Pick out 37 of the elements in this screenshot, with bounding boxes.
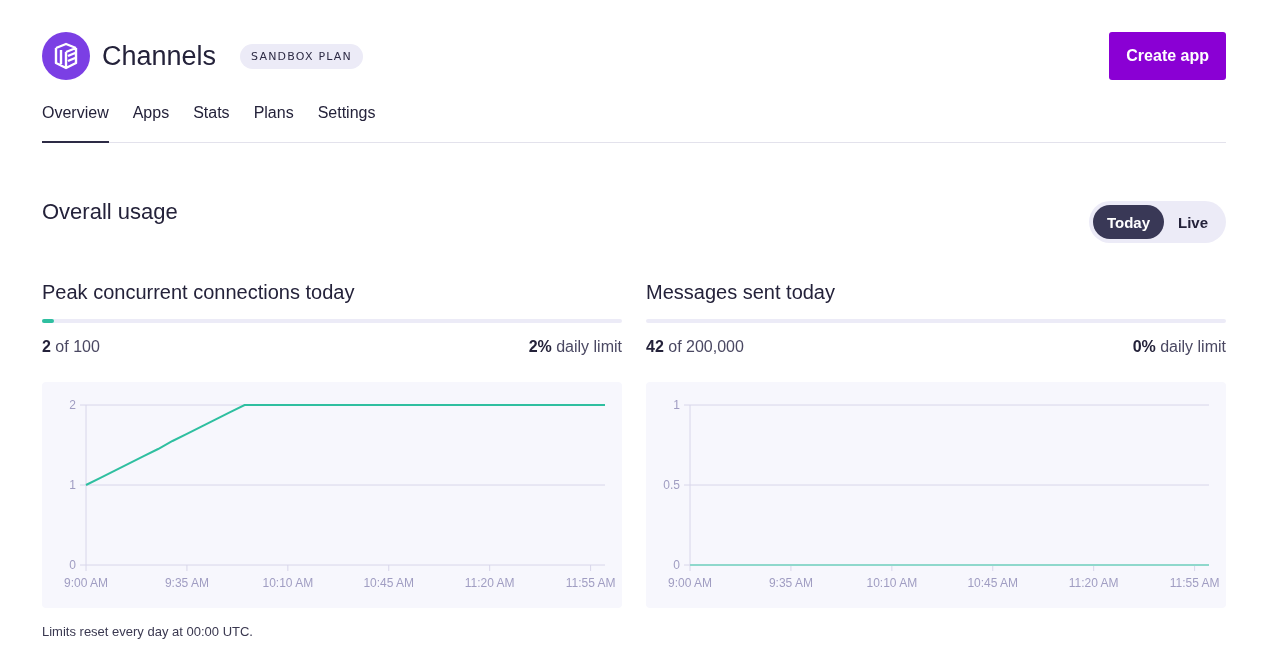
usage-count: 2 of 100 — [42, 338, 100, 356]
x-tick-label: 9:00 AM — [64, 576, 108, 590]
panel-title: Messages sent today — [646, 281, 836, 304]
logo-icon — [42, 32, 90, 80]
x-tick-label: 9:35 AM — [768, 576, 813, 590]
y-tick-label: 1 — [673, 398, 680, 412]
page-title: Channels — [102, 40, 217, 72]
create-app-button[interactable]: Create app — [1109, 32, 1226, 80]
x-tick-label: 10:45 AM — [967, 576, 1019, 590]
period-option[interactable]: Today — [1092, 205, 1164, 239]
x-tick-label: 10:10 AM — [866, 576, 918, 590]
nav-tab[interactable]: Settings — [317, 94, 376, 143]
footnote: Limits reset every day at 00:00 UTC. — [42, 624, 254, 639]
usage-percent: 0% daily limit — [1132, 338, 1226, 356]
period-option[interactable]: Live — [1164, 205, 1222, 239]
x-tick-label: 10:45 AM — [363, 576, 415, 590]
y-tick-label: 1 — [69, 478, 76, 492]
x-tick-label: 11:20 AM — [464, 576, 515, 590]
section-title: Overall usage — [42, 199, 178, 225]
y-tick-label: 0 — [673, 558, 680, 572]
x-tick-label: 9:35 AM — [164, 576, 209, 590]
x-tick-label: 11:55 AM — [565, 576, 616, 590]
x-tick-label: 10:10 AM — [262, 576, 314, 590]
y-tick-label: 0.5 — [663, 478, 680, 492]
plan-badge: SANDBOX PLAN — [240, 43, 363, 69]
x-tick-label: 11:55 AM — [1169, 576, 1220, 590]
nav-tab[interactable]: Plans — [253, 94, 294, 143]
nav-tab[interactable]: Overview — [42, 94, 109, 143]
panel-title: Peak concurrent connections today — [42, 281, 356, 304]
y-tick-label: 2 — [69, 398, 76, 412]
usage-percent: 2% daily limit — [528, 338, 622, 356]
y-tick-label: 0 — [69, 558, 76, 572]
nav-tab[interactable]: Stats — [193, 94, 230, 143]
nav-tab[interactable]: Apps — [132, 94, 170, 143]
x-tick-label: 11:20 AM — [1068, 576, 1119, 590]
usage-count: 42 of 200,000 — [646, 338, 744, 356]
x-tick-label: 9:00 AM — [668, 576, 712, 590]
